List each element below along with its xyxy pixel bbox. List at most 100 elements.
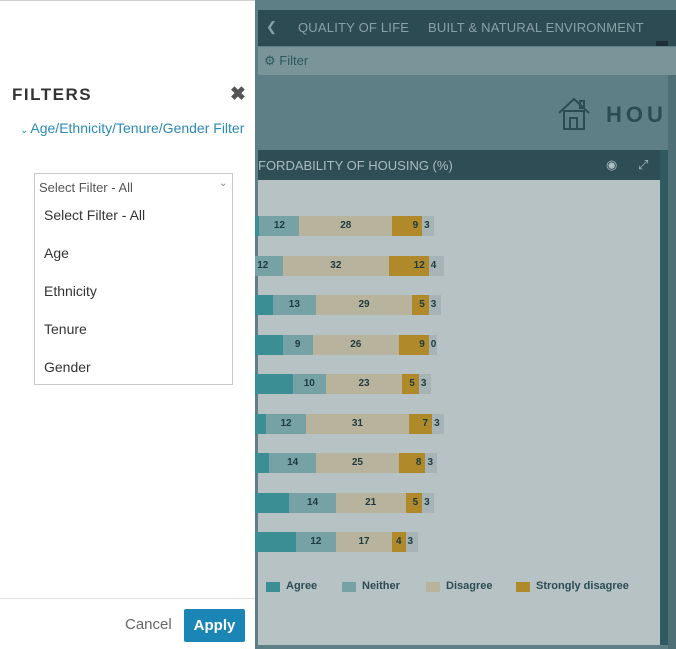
filters-panel: FILTERS ✖ ⌄ Age/Ethnicity/Tenure/Gender F… — [0, 0, 255, 649]
close-icon[interactable]: ✖ — [230, 83, 246, 106]
chevron-down-icon: ⌄ — [20, 125, 29, 136]
page-title: HOUS — [606, 102, 676, 127]
bar-segment: 29 — [315, 295, 413, 315]
filter-select[interactable]: Select Filter - All ⌄ Select Filter - Al… — [34, 173, 233, 385]
bar-segment: 12 — [259, 216, 300, 236]
bar-segment: 5 — [412, 295, 429, 315]
bar-value-label: 5 — [419, 299, 425, 310]
bar-value-label: 28 — [340, 220, 352, 231]
bar-value-label: 12 — [413, 260, 425, 271]
bar-segment: 14 — [289, 493, 336, 513]
bar-value-label: 3 — [424, 220, 430, 231]
chart-header: FORDABILITY OF HOUSING (%) ◉ ⤢ — [258, 150, 660, 180]
bar-value-label: 21 — [365, 497, 377, 508]
bar-segment: 32 — [282, 256, 389, 276]
bar-segment: 12 — [388, 256, 429, 276]
bar-value-label: 9 — [294, 339, 301, 350]
bar-segment: 17 — [335, 532, 393, 552]
active-tab-indicator — [656, 41, 668, 46]
bar-segment: 3 — [422, 493, 435, 513]
footer-divider — [0, 598, 255, 599]
legend-label: Agree — [286, 580, 318, 592]
filter-section-toggle[interactable]: ⌄ Age/Ethnicity/Tenure/Gender Filter — [20, 120, 245, 139]
bar-segment: 12 — [296, 532, 336, 552]
filter-select-value: Select Filter - All — [39, 180, 133, 195]
bar-segment: 26 — [312, 335, 399, 355]
legend-label: Neither — [362, 580, 400, 592]
bar-segment: 0 — [428, 335, 437, 355]
bar-value-label: 31 — [351, 418, 363, 429]
house-icon — [558, 97, 590, 130]
bar-segment: 5 — [405, 493, 423, 513]
bar-segment: 3 — [425, 453, 438, 473]
bar-value-label: 5 — [412, 497, 419, 508]
expand-icon[interactable]: ⤢ — [638, 157, 648, 173]
bar-value-label: 25 — [351, 457, 363, 468]
bar-segment: 10 — [292, 374, 326, 394]
bar-value-label: 3 — [420, 378, 427, 389]
bar-segment: 9 — [398, 335, 429, 355]
chevron-down-icon[interactable]: ⌄ — [219, 178, 227, 189]
bar-segment: 3 — [422, 216, 435, 236]
bar-value-label: 3 — [424, 497, 430, 508]
bar-value-label: 3 — [434, 418, 440, 429]
cancel-button[interactable]: Cancel — [125, 616, 172, 633]
filters-header: FILTERS ✖ — [0, 81, 255, 109]
bar-segment: 3 — [428, 295, 441, 315]
legend-swatch — [266, 582, 280, 592]
bar-value-label: 10 — [303, 378, 315, 389]
bar-segment: 9 — [392, 216, 423, 236]
bar-segment: 7 — [408, 414, 433, 434]
legend-label: Strongly disagree — [536, 580, 629, 592]
filter-option-ethnicity[interactable]: Ethnicity — [44, 283, 97, 299]
tab-built-natural-environment[interactable]: BUILT & NATURAL ENVIRONMENT — [428, 20, 644, 35]
filter-option-gender[interactable]: Gender — [44, 359, 91, 375]
bar-value-label: 32 — [330, 260, 342, 271]
bar-segment: 3 — [418, 374, 431, 394]
bar-value-label: 12 — [257, 260, 269, 271]
bar-segment: 3 — [432, 414, 445, 434]
bar-value-label: 4 — [395, 536, 402, 547]
filters-title: FILTERS — [12, 85, 93, 104]
bar-value-label: 9 — [419, 339, 425, 350]
bar-value-label: 4 — [430, 260, 437, 271]
bar-segment: 25 — [315, 453, 399, 473]
legend-swatch — [342, 582, 356, 592]
bar-value-label: 0 — [430, 339, 437, 350]
bar-value-label: 3 — [427, 457, 434, 468]
bar-value-label: 3 — [407, 536, 414, 547]
bar-segment: 9 — [282, 335, 313, 355]
legend-swatch — [426, 582, 440, 592]
filter-option-all[interactable]: Select Filter - All — [44, 207, 145, 223]
bar-value-label: 17 — [358, 536, 370, 547]
bar-value-label: 14 — [287, 457, 299, 468]
target-icon[interactable]: ◉ — [606, 157, 617, 173]
filter-link[interactable]: ⚙ Filter — [264, 53, 308, 69]
bar-segment: 13 — [272, 295, 316, 315]
bar-value-label: 14 — [307, 497, 319, 508]
bar-value-label: 12 — [280, 418, 292, 429]
bar-segment: 8 — [398, 453, 426, 473]
bar-segment: 28 — [299, 216, 393, 236]
bar-segment: 14 — [269, 453, 316, 473]
bar-segment: 5 — [402, 374, 419, 394]
bar-segment: 21 — [335, 493, 406, 513]
bar-value-label: 12 — [273, 220, 285, 231]
apply-button[interactable]: Apply — [184, 609, 245, 642]
filter-option-tenure[interactable]: Tenure — [44, 321, 87, 337]
bar-value-label: 23 — [358, 378, 370, 389]
bar-value-label: 26 — [350, 339, 362, 350]
top-nav: ❮ QUALITY OF LIFE BUILT & NATURAL ENVIRO… — [258, 10, 676, 46]
page-right-edge — [668, 75, 676, 649]
bar-value-label: 29 — [358, 299, 370, 310]
bar-value-label: 13 — [288, 299, 300, 310]
legend-label: Disagree — [446, 580, 493, 592]
chevron-left-icon[interactable]: ❮ — [266, 19, 277, 35]
chart-title: FORDABILITY OF HOUSING (%) — [258, 158, 453, 173]
tab-quality-of-life[interactable]: QUALITY OF LIFE — [298, 20, 409, 35]
bar-value-label: 7 — [422, 418, 429, 429]
legend-swatch — [516, 582, 530, 592]
filter-option-age[interactable]: Age — [44, 245, 69, 261]
bar-segment: 12 — [266, 414, 306, 434]
sub-nav: ⚙ Filter — [258, 47, 676, 75]
